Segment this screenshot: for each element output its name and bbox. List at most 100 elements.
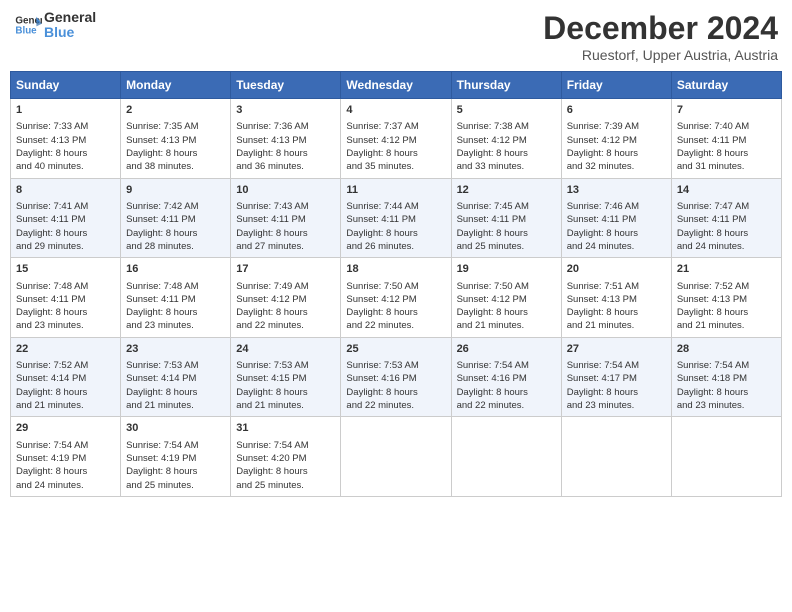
calendar-cell: 11Sunrise: 7:44 AMSunset: 4:11 PMDayligh… bbox=[341, 178, 451, 258]
day-number: 10 bbox=[236, 183, 335, 198]
day-info-line: Sunset: 4:19 PM bbox=[16, 452, 115, 465]
day-number: 1 bbox=[16, 103, 115, 118]
calendar-cell: 13 Sunrise: 7:46 AMSunset: 4:11 PMDayligh… bbox=[561, 178, 671, 258]
day-number: 26 bbox=[457, 342, 556, 357]
calendar-cell bbox=[671, 417, 781, 497]
day-info-line: Sunset: 4:16 PM bbox=[457, 372, 556, 385]
title-block: December 2024 Ruestorf, Upper Austria, A… bbox=[543, 10, 778, 63]
calendar-cell: 1Sunrise: 7:33 AMSunset: 4:13 PMDaylight… bbox=[11, 99, 121, 179]
day-info-line: Sunrise: 7:54 AM bbox=[16, 439, 115, 452]
calendar-cell: 14Sunrise: 7:47 AMSunset: 4:11 PMDayligh… bbox=[671, 178, 781, 258]
calendar-cell: 3Sunrise: 7:36 AMSunset: 4:13 PMDaylight… bbox=[231, 99, 341, 179]
calendar-cell: 7Sunrise: 7:40 AMSunset: 4:11 PMDaylight… bbox=[671, 99, 781, 179]
day-info-line: Sunrise: 7:43 AM bbox=[236, 200, 335, 213]
logo-icon: General Blue bbox=[14, 11, 42, 39]
page-header: General Blue General Blue December 2024 … bbox=[10, 10, 782, 63]
day-info-line: Daylight: 8 hours bbox=[567, 227, 666, 240]
day-info-line: Sunset: 4:11 PM bbox=[567, 213, 666, 226]
day-info-line: Sunrise: 7:49 AM bbox=[236, 280, 335, 293]
day-number: 3 bbox=[236, 103, 335, 118]
calendar-cell: 28Sunrise: 7:54 AMSunset: 4:18 PMDayligh… bbox=[671, 337, 781, 417]
day-info-line: Sunrise: 7:50 AM bbox=[457, 280, 556, 293]
day-info-line: Sunset: 4:13 PM bbox=[567, 293, 666, 306]
logo: General Blue General Blue bbox=[14, 10, 96, 41]
day-info-line: and 21 minutes. bbox=[126, 399, 225, 412]
day-info-line: Daylight: 8 hours bbox=[126, 386, 225, 399]
day-info-line: Sunrise: 7:38 AM bbox=[457, 120, 556, 133]
day-info-line: Daylight: 8 hours bbox=[457, 306, 556, 319]
day-info-line: Sunrise: 7:48 AM bbox=[126, 280, 225, 293]
calendar-cell: 25Sunrise: 7:53 AMSunset: 4:16 PMDayligh… bbox=[341, 337, 451, 417]
day-info-line: Sunrise: 7:52 AM bbox=[677, 280, 776, 293]
day-info-line: and 31 minutes. bbox=[677, 160, 776, 173]
day-info-line: Daylight: 8 hours bbox=[16, 386, 115, 399]
calendar-cell: 10Sunrise: 7:43 AMSunset: 4:11 PMDayligh… bbox=[231, 178, 341, 258]
day-info-line: Daylight: 8 hours bbox=[236, 227, 335, 240]
calendar-cell: 20Sunrise: 7:51 AMSunset: 4:13 PMDayligh… bbox=[561, 258, 671, 338]
day-info-line: Sunset: 4:16 PM bbox=[346, 372, 445, 385]
day-info-line: Sunrise: 7:46 AM bbox=[567, 200, 666, 213]
day-info-line: and 29 minutes. bbox=[16, 240, 115, 253]
day-info-line: Sunset: 4:11 PM bbox=[16, 213, 115, 226]
calendar-cell: 24Sunrise: 7:53 AMSunset: 4:15 PMDayligh… bbox=[231, 337, 341, 417]
day-info-line: Sunrise: 7:52 AM bbox=[16, 359, 115, 372]
day-info-line: Sunset: 4:19 PM bbox=[126, 452, 225, 465]
day-info-line: Daylight: 8 hours bbox=[16, 147, 115, 160]
day-number: 5 bbox=[457, 103, 556, 118]
calendar-cell: 16Sunrise: 7:48 AMSunset: 4:11 PMDayligh… bbox=[121, 258, 231, 338]
day-info-line: and 23 minutes. bbox=[126, 319, 225, 332]
col-header-thursday: Thursday bbox=[451, 72, 561, 99]
calendar-cell: 17Sunrise: 7:49 AMSunset: 4:12 PMDayligh… bbox=[231, 258, 341, 338]
day-info-line: Sunset: 4:17 PM bbox=[567, 372, 666, 385]
col-header-monday: Monday bbox=[121, 72, 231, 99]
day-number: 8 bbox=[16, 183, 115, 198]
day-number: 13 bbox=[567, 183, 666, 198]
day-info-line: Sunrise: 7:40 AM bbox=[677, 120, 776, 133]
day-info-line: Daylight: 8 hours bbox=[457, 227, 556, 240]
calendar-cell bbox=[341, 417, 451, 497]
day-info-line: Sunset: 4:13 PM bbox=[16, 134, 115, 147]
calendar-cell bbox=[561, 417, 671, 497]
day-number: 25 bbox=[346, 342, 445, 357]
day-info-line: Daylight: 8 hours bbox=[236, 465, 335, 478]
day-number: 28 bbox=[677, 342, 776, 357]
day-number: 2 bbox=[126, 103, 225, 118]
day-info-line: Sunset: 4:20 PM bbox=[236, 452, 335, 465]
day-info-line: Sunset: 4:14 PM bbox=[16, 372, 115, 385]
calendar-cell: 22Sunrise: 7:52 AMSunset: 4:14 PMDayligh… bbox=[11, 337, 121, 417]
day-info-line: Sunset: 4:11 PM bbox=[677, 134, 776, 147]
calendar-cell: 18Sunrise: 7:50 AMSunset: 4:12 PMDayligh… bbox=[341, 258, 451, 338]
calendar-cell: 5Sunrise: 7:38 AMSunset: 4:12 PMDaylight… bbox=[451, 99, 561, 179]
day-info-line: and 23 minutes. bbox=[16, 319, 115, 332]
day-info-line: and 21 minutes. bbox=[236, 399, 335, 412]
day-info-line: Sunrise: 7:54 AM bbox=[457, 359, 556, 372]
day-info-line: Sunset: 4:18 PM bbox=[677, 372, 776, 385]
day-info-line: Sunrise: 7:44 AM bbox=[346, 200, 445, 213]
day-info-line: Sunset: 4:15 PM bbox=[236, 372, 335, 385]
day-info-line: and 21 minutes. bbox=[16, 399, 115, 412]
day-number: 4 bbox=[346, 103, 445, 118]
day-info-line: and 36 minutes. bbox=[236, 160, 335, 173]
day-number: 23 bbox=[126, 342, 225, 357]
week-row-4: 22Sunrise: 7:52 AMSunset: 4:14 PMDayligh… bbox=[11, 337, 782, 417]
day-info-line: Sunrise: 7:48 AM bbox=[16, 280, 115, 293]
day-info-line: Daylight: 8 hours bbox=[567, 386, 666, 399]
day-info-line: and 25 minutes. bbox=[236, 479, 335, 492]
day-info-line: Sunrise: 7:53 AM bbox=[126, 359, 225, 372]
day-info-line: Sunset: 4:12 PM bbox=[346, 134, 445, 147]
day-info-line: and 21 minutes. bbox=[457, 319, 556, 332]
day-info-line: Sunrise: 7:41 AM bbox=[16, 200, 115, 213]
calendar-cell bbox=[451, 417, 561, 497]
day-info-line: and 25 minutes. bbox=[126, 479, 225, 492]
day-info-line: Daylight: 8 hours bbox=[16, 227, 115, 240]
logo-line2: Blue bbox=[44, 25, 96, 40]
day-info-line: Daylight: 8 hours bbox=[236, 386, 335, 399]
day-info-line: Sunset: 4:11 PM bbox=[126, 213, 225, 226]
day-number: 7 bbox=[677, 103, 776, 118]
logo-line1: General bbox=[44, 10, 96, 25]
day-info-line: Sunrise: 7:39 AM bbox=[567, 120, 666, 133]
day-info-line: and 23 minutes. bbox=[677, 399, 776, 412]
day-info-line: and 21 minutes. bbox=[677, 319, 776, 332]
page-subtitle: Ruestorf, Upper Austria, Austria bbox=[543, 47, 778, 63]
day-number: 18 bbox=[346, 262, 445, 277]
